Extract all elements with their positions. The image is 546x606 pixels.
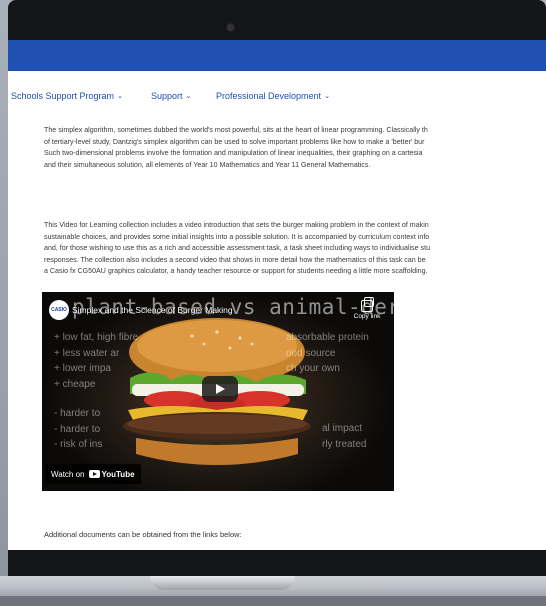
text-line: This Video for Learning collection inclu…: [44, 221, 429, 229]
additional-documents-text: Additional documents can be obtained fro…: [44, 530, 242, 539]
chevron-down-icon: ⌄: [324, 93, 330, 100]
watch-on-youtube-button[interactable]: Watch on YouTube: [45, 464, 141, 484]
video-bullets-right-minus: al impact rly treated: [322, 421, 366, 452]
browser-screen: Schools Support Program ⌄ Support ⌄ Prof…: [8, 40, 546, 550]
nav-item-schools-support-program[interactable]: Schools Support Program ⌄: [11, 91, 123, 101]
bullet-text: + lower impa: [54, 363, 111, 374]
bullet-text: ood source: [286, 347, 336, 359]
bullet-text: + less water ar: [54, 347, 120, 359]
copy-link-label: Copy link: [353, 313, 381, 320]
copy-link-button[interactable]: Copy link: [350, 297, 384, 320]
youtube-icon: [88, 470, 100, 478]
bullet-text: rly treated: [322, 438, 367, 450]
nav-label: Professional Development: [216, 91, 322, 101]
intro-paragraph: The simplex algorithm, sometimes dubbed …: [44, 125, 546, 171]
bullet-text: - harder to: [54, 408, 101, 419]
bullet-text: + low fat, high fibre: [54, 332, 139, 343]
text-line: responses. The collection also includes …: [44, 255, 426, 264]
youtube-label: YouTube: [101, 469, 135, 479]
webcam-icon: [227, 24, 234, 31]
laptop-base: [0, 576, 546, 606]
channel-avatar[interactable]: CASIO: [49, 300, 69, 320]
copy-icon: [361, 297, 374, 312]
embedded-youtube-video[interactable]: plant-based vs animal-derived + low fat,…: [42, 292, 394, 491]
collection-paragraph: This Video for Learning collection inclu…: [44, 220, 546, 278]
watch-on-label: Watch on: [51, 469, 85, 479]
text-line: and, for those wishing to use this as a …: [44, 244, 431, 252]
laptop-base-edge: [0, 596, 546, 606]
video-bullets-left-minus: - harder to - harder to - risk of ins: [54, 406, 102, 453]
bullet-text: absorbable protein: [286, 332, 369, 343]
text-line: and their simultaneous solution, all ele…: [44, 160, 371, 169]
nav-label: Schools Support Program: [11, 91, 115, 101]
main-navigation: Schools Support Program ⌄ Support ⌄ Prof…: [8, 86, 546, 106]
laptop-hinge-notch: [150, 576, 295, 590]
laptop-frame: Schools Support Program ⌄ Support ⌄ Prof…: [0, 0, 546, 606]
text-line: a Casio fx CG50AU graphics calculator, a…: [44, 267, 428, 275]
bullet-text: - harder to: [54, 423, 101, 435]
nav-item-professional-development[interactable]: Professional Development ⌄: [216, 91, 330, 101]
text-line: of tertiary-level study, Dantzig's simpl…: [44, 137, 425, 146]
text-line: Such two-dimensional problems involve th…: [44, 149, 423, 157]
video-bullets-left: + low fat, high fibre + less water ar + …: [54, 330, 138, 392]
play-button[interactable]: [202, 376, 238, 402]
chevron-down-icon: ⌄: [117, 93, 123, 100]
bullet-text: + cheape: [54, 378, 96, 390]
nav-label: Support: [151, 91, 183, 101]
video-bullets-right: absorbable protein ood source ch your ow…: [286, 330, 369, 377]
laptop-top-bezel: [8, 0, 546, 40]
bullet-text: - risk of ins: [54, 439, 103, 450]
laptop-bottom-bezel: [8, 550, 546, 576]
text-line: The simplex algorithm, sometimes dubbed …: [44, 126, 428, 134]
nav-item-support[interactable]: Support ⌄: [151, 91, 191, 101]
video-title-link[interactable]: Simplex and the Science of Burger Making: [72, 305, 233, 315]
chevron-down-icon: ⌄: [185, 93, 192, 100]
youtube-brand: YouTube: [88, 469, 135, 479]
text-line: sustainable choices, and provides some i…: [44, 232, 430, 241]
bullet-text: ch your own: [286, 363, 340, 374]
bullet-text: al impact: [322, 423, 363, 434]
site-header: [8, 40, 546, 71]
